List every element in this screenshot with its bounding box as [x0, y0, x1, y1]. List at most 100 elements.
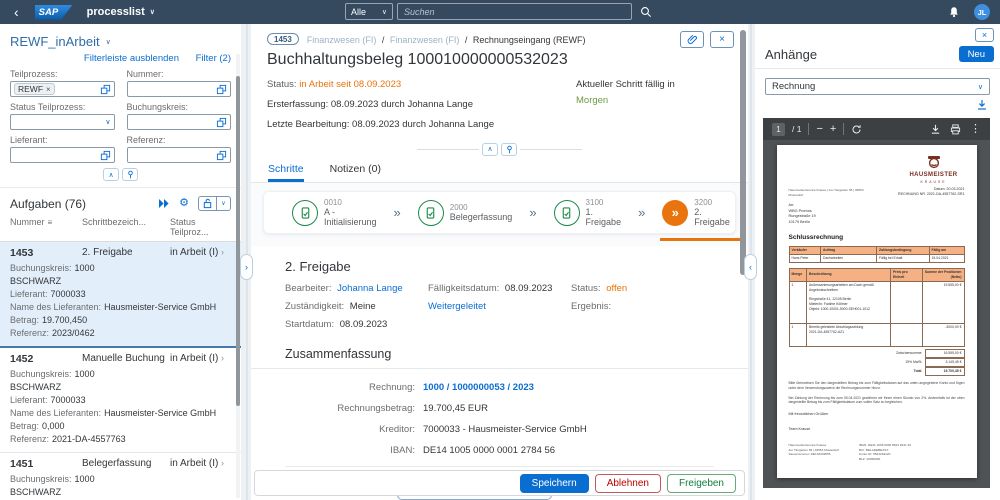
task-detail: Betrag:19.700,450 — [10, 314, 231, 327]
task-row[interactable]: 1452Manuelle Buchungin Arbeit (I)›Buchun… — [0, 348, 241, 453]
hide-filterbar-link[interactable]: Filterleiste ausblenden — [84, 53, 179, 64]
tab-schritte[interactable]: Schritte — [268, 161, 304, 182]
download-attachment-icon[interactable] — [976, 98, 988, 115]
dropdown-chevron-icon[interactable]: ∨ — [105, 118, 110, 126]
print-icon[interactable] — [950, 124, 961, 135]
process-step[interactable]: 31001. Freigabe — [554, 198, 622, 227]
page-number-input[interactable]: 1 — [772, 123, 785, 136]
download-icon[interactable] — [930, 124, 941, 135]
filter-label: Status Teilprozess: — [10, 102, 115, 112]
detail-scrollbar-thumb[interactable] — [740, 30, 746, 275]
filter-input[interactable] — [127, 81, 232, 97]
pin-header-button[interactable] — [501, 143, 517, 156]
notifications-icon[interactable] — [948, 6, 960, 18]
detail-value: 1000 — [75, 369, 95, 379]
close-attachments-button[interactable]: × — [975, 28, 994, 42]
column-header-nummer[interactable]: Nummer≡ — [10, 217, 82, 237]
footer-line: BLZ: 10050000 — [859, 457, 911, 461]
tab-notizen[interactable]: Notizen (0) — [330, 161, 381, 182]
zoom-in-icon[interactable]: + — [830, 124, 836, 135]
filter-input[interactable] — [10, 147, 115, 163]
detail-field: Fälligkeitsdatum: 08.09.2023 — [428, 283, 571, 294]
process-step[interactable]: 2000Belegerfassung — [418, 200, 513, 226]
task-detail: BSCHWARZ — [10, 381, 231, 394]
field-value-link[interactable]: Johanna Lange — [337, 283, 403, 294]
sap-logo[interactable]: SAP — [35, 5, 73, 20]
field-value-link[interactable]: Weitergeleitet — [428, 301, 486, 312]
search-scope-select[interactable]: Alle ∨ — [345, 3, 393, 20]
column-header-status[interactable]: Status Teilproz... — [170, 217, 229, 237]
status-line: Status: in Arbeit seit 08.09.2023 — [267, 79, 494, 90]
more-options-icon[interactable]: ⋮ — [970, 124, 981, 135]
attachment-type-select[interactable]: Rechnung ∨ — [765, 78, 990, 95]
forward-all-icon[interactable] — [158, 198, 170, 209]
back-icon[interactable]: ‹ — [14, 3, 19, 21]
filter-input[interactable] — [127, 114, 232, 130]
zoom-out-icon[interactable]: − — [816, 124, 822, 135]
scrollbar-thumb[interactable] — [236, 76, 240, 406]
breadcrumb-link[interactable]: Finanzwesen (FI) — [390, 35, 460, 45]
task-row[interactable]: 1451Belegerfassungin Arbeit (I)›Buchungs… — [0, 453, 241, 500]
value-help-icon[interactable] — [100, 150, 111, 161]
attachments-paperclip-button[interactable] — [680, 31, 704, 48]
filter-input[interactable]: REWF× — [10, 81, 115, 97]
step-label: Belegerfassung — [450, 212, 513, 222]
token-remove-icon[interactable]: × — [46, 85, 51, 94]
detail-field: Startdatum: 08.09.2023 — [285, 319, 428, 330]
status-block: Status: in Arbeit seit 08.09.2023 Erster… — [267, 79, 734, 139]
left-scrollbar[interactable] — [236, 54, 240, 498]
detail-label: Lieferant: — [10, 289, 48, 299]
view-title-select[interactable]: REWF_inArbeit ∨ — [0, 24, 241, 51]
pdf-th: Summe der Positionen (Netto) — [922, 268, 964, 281]
chevron-down-icon[interactable]: ∨ — [217, 197, 230, 210]
value-help-icon[interactable] — [216, 117, 227, 128]
filter-link[interactable]: Filter (2) — [196, 53, 231, 64]
summary-value-link[interactable]: 1000 / 1000000053 / 2023 — [423, 382, 534, 393]
freigeben-button[interactable]: Freigeben — [667, 474, 736, 493]
toolbar-separator — [808, 123, 809, 135]
chevron-right-icon: › — [221, 247, 231, 259]
detail-value: 2023/0462 — [52, 328, 95, 338]
new-attachment-button[interactable]: Neu — [959, 46, 994, 62]
view-title-label: REWF_inArbeit — [10, 34, 100, 49]
ablehnen-button[interactable]: Ablehnen — [595, 474, 661, 493]
task-detail: Buchungskreis:1000 — [10, 473, 231, 486]
filter-input[interactable] — [127, 147, 232, 163]
process-flow-strip: 0010A - Initialisierung»2000Belegerfassu… — [251, 183, 748, 246]
detail-value: 19.700,450 — [42, 315, 87, 325]
close-detail-button[interactable]: × — [710, 31, 734, 48]
speichern-button[interactable]: Speichern — [520, 474, 589, 493]
splitter-right-grip[interactable]: ‹ — [744, 254, 757, 280]
settings-gear-icon[interactable]: ⚙ — [179, 198, 189, 209]
value-help-icon[interactable] — [216, 84, 227, 95]
column-header-schritt[interactable]: Schrittbezeich... — [82, 217, 170, 237]
splitter-left-grip[interactable]: › — [240, 254, 253, 280]
summary-field: Kreditor:7000033 - Hausmeister-Service G… — [251, 424, 748, 435]
value-help-icon[interactable] — [216, 150, 227, 161]
collapse-filterbar-button[interactable]: ∧ — [103, 168, 119, 181]
task-step: 2. Freigabe — [82, 247, 170, 259]
filter-token[interactable]: REWF× — [14, 83, 55, 95]
avatar[interactable]: JL — [974, 4, 990, 20]
step-done-icon — [292, 200, 318, 226]
pdf-td: Außensanierungsarbeiten am Dach gemäßAng… — [807, 281, 891, 324]
detail-label: Betrag: — [10, 421, 39, 431]
process-step[interactable]: »32002. Freigabe — [662, 198, 730, 227]
value-help-icon[interactable] — [100, 84, 111, 95]
collapse-header-button[interactable]: ∧ — [482, 143, 498, 156]
search-input[interactable] — [397, 3, 632, 20]
process-step[interactable]: 0010A - Initialisierung — [292, 198, 377, 227]
step-label: 1. Freigabe — [586, 207, 622, 227]
breadcrumb-link[interactable]: Rechnungseingang (REWF) — [473, 35, 586, 45]
reset-zoom-icon[interactable] — [851, 124, 862, 135]
pin-filterbar-button[interactable] — [122, 168, 138, 181]
pdf-closing: Mit freundlichen Grüßen — [789, 412, 965, 417]
search-icon[interactable] — [640, 6, 652, 18]
filter-select[interactable]: ∨ — [10, 114, 115, 130]
app-title-menu[interactable]: processlist ∨ — [87, 6, 155, 18]
tab-strip: Schritte Notizen (0) — [251, 161, 748, 183]
multiselect-split-button[interactable]: ∨ — [198, 196, 231, 211]
breadcrumb-link[interactable]: Finanzwesen (FI) — [307, 35, 377, 45]
multiselect-icon[interactable] — [199, 197, 217, 210]
task-row[interactable]: 14532. Freigabein Arbeit (I)›Buchungskre… — [0, 242, 241, 348]
